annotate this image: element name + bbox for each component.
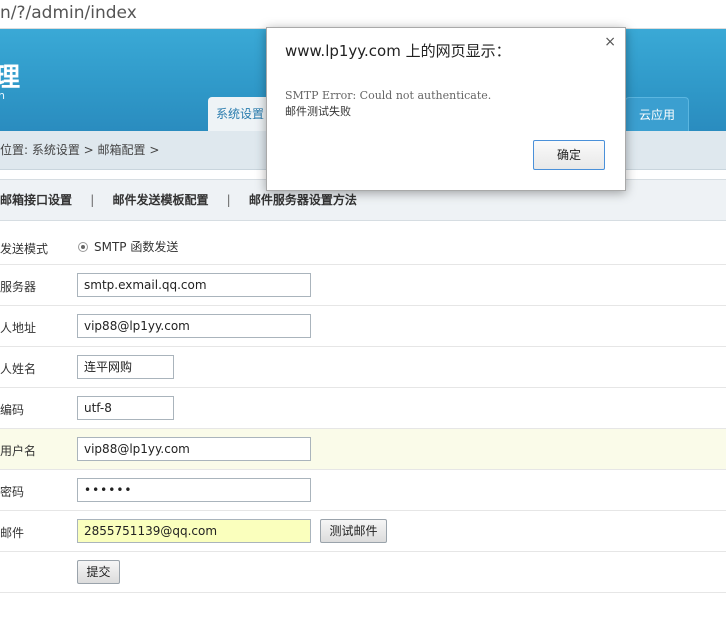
smtp-radio-label[interactable]: SMTP 函数发送 xyxy=(94,238,178,255)
breadcrumb-text: 位置: 系统设置 > 邮箱配置 > xyxy=(0,143,160,157)
alert-dialog: www.lp1yy.com 上的网页显示： × SMTP Error: Coul… xyxy=(266,27,626,191)
row-encoding: 编码 utf-8 xyxy=(0,388,726,429)
username-input[interactable]: vip88@lp1yy.com xyxy=(77,437,311,461)
server-input[interactable]: smtp.exmail.qq.com xyxy=(77,273,311,297)
ok-button[interactable]: 确定 xyxy=(533,140,605,170)
tab-system-settings[interactable]: 系统设置 xyxy=(208,97,272,131)
test-email-label: 邮件 xyxy=(0,526,25,540)
encoding-input[interactable]: utf-8 xyxy=(77,396,174,420)
smtp-radio[interactable] xyxy=(78,242,88,252)
tab-cloud-apps[interactable]: 云应用 xyxy=(625,97,689,131)
subnav-separator: | xyxy=(90,193,95,207)
row-test-email: 邮件 2855751139@qq.com 测试邮件 xyxy=(0,511,726,552)
test-email-input[interactable]: 2855751139@qq.com xyxy=(77,519,311,543)
subnav-mail-template[interactable]: 邮件发送模板配置 xyxy=(112,180,208,220)
sender-address-label: 人地址 xyxy=(0,321,37,335)
sender-name-label: 人姓名 xyxy=(0,362,37,376)
subnav-separator: | xyxy=(226,193,231,207)
row-send-mode: 发送模式 SMTP 函数发送 xyxy=(0,228,726,265)
sender-name-input[interactable]: 连平网购 xyxy=(77,355,174,379)
submit-button[interactable]: 提交 xyxy=(77,560,120,584)
username-label: 用户名 xyxy=(0,444,37,458)
row-sender-address: 人地址 vip88@lp1yy.com xyxy=(0,306,726,347)
address-text: n/?/admin/index xyxy=(0,3,137,23)
dialog-title: www.lp1yy.com 上的网页显示： xyxy=(285,42,511,60)
row-submit: 提交 xyxy=(0,552,726,593)
row-username: 用户名 vip88@lp1yy.com xyxy=(0,429,726,470)
encoding-label: 编码 xyxy=(0,403,25,417)
address-bar[interactable]: n/?/admin/index xyxy=(0,0,726,29)
row-server: 服务器 smtp.exmail.qq.com xyxy=(0,265,726,306)
password-input[interactable]: •••••• xyxy=(77,478,311,502)
test-email-button[interactable]: 测试邮件 xyxy=(320,519,387,543)
row-sender-name: 人姓名 连平网购 xyxy=(0,347,726,388)
send-mode-label: 发送模式 xyxy=(0,242,49,256)
close-icon[interactable]: × xyxy=(604,34,616,50)
password-label: 密码 xyxy=(0,485,25,499)
dialog-error-message: SMTP Error: Could not authenticate. xyxy=(285,89,492,102)
server-label: 服务器 xyxy=(0,280,37,294)
row-password: 密码 •••••• xyxy=(0,470,726,511)
dialog-failure-message: 邮件测试失败 xyxy=(285,105,351,118)
subnav-mail-interface[interactable]: 邮箱接口设置 xyxy=(0,180,72,220)
logo-subtitle: n xyxy=(0,89,5,102)
sender-address-input[interactable]: vip88@lp1yy.com xyxy=(77,314,311,338)
